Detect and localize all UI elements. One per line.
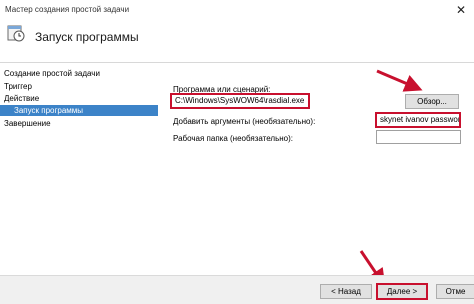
next-button[interactable]: Далее >	[376, 283, 428, 300]
cancel-button[interactable]: Отме	[436, 284, 474, 299]
window-title: Мастер создания простой задачи	[5, 5, 130, 14]
workdir-input[interactable]	[376, 130, 461, 144]
wizard-header: Запуск программы	[0, 20, 474, 63]
sidebar-item-create-task[interactable]: Создание простой задачи	[4, 69, 100, 78]
window-titlebar: Мастер создания простой задачи ✕	[0, 0, 474, 20]
workdir-label: Рабочая папка (необязательно):	[173, 134, 294, 143]
program-input[interactable]: C:\Windows\SysWOW64\rasdial.exe	[170, 93, 310, 109]
sidebar-item-trigger[interactable]: Триггер	[4, 82, 32, 91]
wizard-content: Программа или сценарий: C:\Windows\SysWO…	[158, 63, 474, 275]
page-title: Запуск программы	[35, 30, 139, 44]
browse-button[interactable]: Обзор...	[405, 94, 459, 109]
sidebar-item-start-program[interactable]: Запуск программы	[0, 105, 158, 116]
task-scheduler-icon	[7, 25, 25, 42]
back-button[interactable]: < Назад	[320, 284, 372, 299]
wizard-footer: < Назад Далее > Отме	[0, 275, 474, 304]
sidebar-item-label: Запуск программы	[14, 106, 84, 115]
sidebar-item-action[interactable]: Действие	[4, 94, 39, 103]
wizard-steps-sidebar: Создание простой задачи Триггер Действие…	[0, 63, 158, 275]
sidebar-item-finish[interactable]: Завершение	[4, 119, 51, 128]
args-label: Добавить аргументы (необязательно):	[173, 117, 316, 126]
close-icon[interactable]: ✕	[454, 3, 468, 17]
args-input[interactable]: skynet ivanov password	[375, 112, 461, 128]
